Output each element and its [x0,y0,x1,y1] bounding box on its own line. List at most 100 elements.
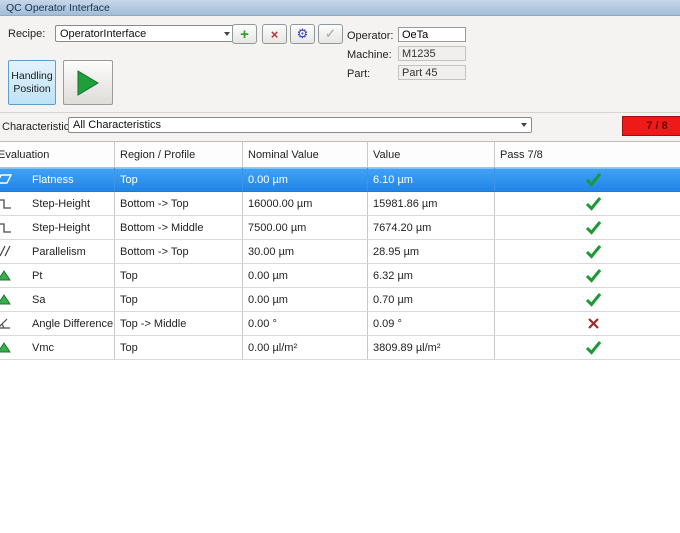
nominal-value-cell: 16000.00 µm [243,192,368,215]
pass-check-icon [585,292,602,307]
recipe-select[interactable]: OperatorInterface [55,25,235,42]
operator-label: Operator: [347,30,393,42]
parallelism-icon [0,244,12,259]
evaluation-cell: Step-Height [0,216,115,239]
machine-field [398,46,466,61]
peak-icon [0,268,12,283]
pass-cell [495,336,680,359]
pass-cell [495,264,680,287]
pass-check-icon [585,244,602,259]
measured-value-cell: 0.09 ° [368,312,495,335]
nominal-value-cell: 0.00 ° [243,312,368,335]
toolbar-separator [0,112,680,113]
nominal-value-cell: 0.00 µm [243,288,368,311]
recipe-select-value: OperatorInterface [56,28,219,40]
table-row[interactable]: Step-Height Bottom -> Middle7500.00 µm767… [0,216,680,240]
machine-label: Machine: [347,49,392,61]
evaluation-name: Step-Height [32,222,90,234]
peak-icon [0,340,12,355]
characteristic-select-value: All Characteristics [69,119,516,131]
evaluation-name: Angle Difference [32,318,113,330]
pass-check-icon [585,172,602,187]
table-row[interactable]: VmcTop0.00 µl/m²3809.89 µl/m² [0,336,680,360]
measured-value-cell: 0.70 µm [368,288,495,311]
nominal-value-cell: 0.00 µl/m² [243,336,368,359]
pass-cell [495,168,680,191]
measured-value-cell: 7674.20 µm [368,216,495,239]
handling-position-button[interactable]: Handling Position [8,60,56,105]
region-cell: Top [115,264,243,287]
region-cell: Bottom -> Middle [115,216,243,239]
table-row[interactable]: Parallelism Bottom -> Top30.00 µm28.95 µm [0,240,680,264]
measured-value-cell: 6.32 µm [368,264,495,287]
measured-value-cell: 6.10 µm [368,168,495,191]
table-row[interactable]: Pt Top0.00 µm6.32 µm [0,264,680,288]
evaluation-cell: Vmc [0,336,115,359]
pass-cell [495,288,680,311]
evaluation-name: Pt [32,270,42,282]
step-icon [0,220,12,235]
measured-value-cell: 15981.86 µm [368,192,495,215]
table-row[interactable]: FlatnessTop0.00 µm6.10 µm [0,168,680,192]
confirm-check-button[interactable]: ✓ [318,24,343,44]
settings-gear-button[interactable]: ⚙ [290,24,315,44]
pass-cell [495,312,680,335]
recipe-label: Recipe: [8,28,45,40]
pass-cell [495,240,680,263]
characteristic-select[interactable]: All Characteristics [68,117,532,133]
evaluation-cell: Sa [0,288,115,311]
pass-ratio-badge: 7 / 8 [622,116,680,136]
column-header[interactable]: Region / Profile [115,142,243,167]
start-measurement-button[interactable] [63,60,113,105]
pass-check-icon [585,268,602,283]
evaluation-cell: Pt [0,264,115,287]
flatness-icon [0,172,12,187]
characteristic-label: Characteristic: [2,121,72,133]
part-label: Part: [347,68,370,80]
nominal-value-cell: 7500.00 µm [243,216,368,239]
pass-check-icon [585,196,602,211]
pass-check-icon [585,220,602,235]
pass-cell [495,192,680,215]
evaluation-name: Step-Height [32,198,90,210]
measured-value-cell: 28.95 µm [368,240,495,263]
nominal-value-cell: 0.00 µm [243,168,368,191]
region-cell: Bottom -> Top [115,240,243,263]
region-cell: Top [115,288,243,311]
column-header[interactable]: Pass 7/8 [495,142,680,167]
nominal-value-cell: 0.00 µm [243,264,368,287]
evaluation-name: Parallelism [32,246,86,258]
measured-value-cell: 3809.89 µl/m² [368,336,495,359]
handling-position-label: Handling Position [9,70,55,94]
table-row[interactable]: Sa Top0.00 µm0.70 µm [0,288,680,312]
table-row[interactable]: Step-Height Bottom -> Top16000.00 µm15981… [0,192,680,216]
play-icon [76,70,100,96]
part-field [398,65,466,80]
angle-icon [0,316,12,331]
pass-check-icon [585,340,602,355]
column-header[interactable]: Value [368,142,495,167]
results-table-body: FlatnessTop0.00 µm6.10 µm Step-HeightBot… [0,168,680,360]
column-header[interactable]: Evaluation [0,142,115,167]
evaluation-cell: Parallelism [0,240,115,263]
peak-icon [0,292,12,307]
evaluation-name: Sa [32,294,45,306]
add-recipe-button[interactable]: + [232,24,257,44]
pass-cell [495,216,680,239]
title-bar[interactable]: QC Operator Interface [0,0,680,16]
fail-cross-icon [587,317,600,330]
operator-field[interactable] [398,27,466,42]
results-table: EvaluationRegion / ProfileNominal ValueV… [0,141,680,360]
region-cell: Bottom -> Top [115,192,243,215]
table-header-row[interactable]: EvaluationRegion / ProfileNominal ValueV… [0,142,680,168]
column-header[interactable]: Nominal Value [243,142,368,167]
delete-recipe-button[interactable]: × [262,24,287,44]
chevron-down-icon [516,118,531,132]
evaluation-cell: Step-Height [0,192,115,215]
window-title: QC Operator Interface [6,2,110,14]
evaluation-name: Flatness [32,174,74,186]
table-row[interactable]: Angle DifferenceTop -> Middle0.00 °0.09 … [0,312,680,336]
evaluation-cell: Angle Difference [0,312,115,335]
nominal-value-cell: 30.00 µm [243,240,368,263]
evaluation-name: Vmc [32,342,54,354]
